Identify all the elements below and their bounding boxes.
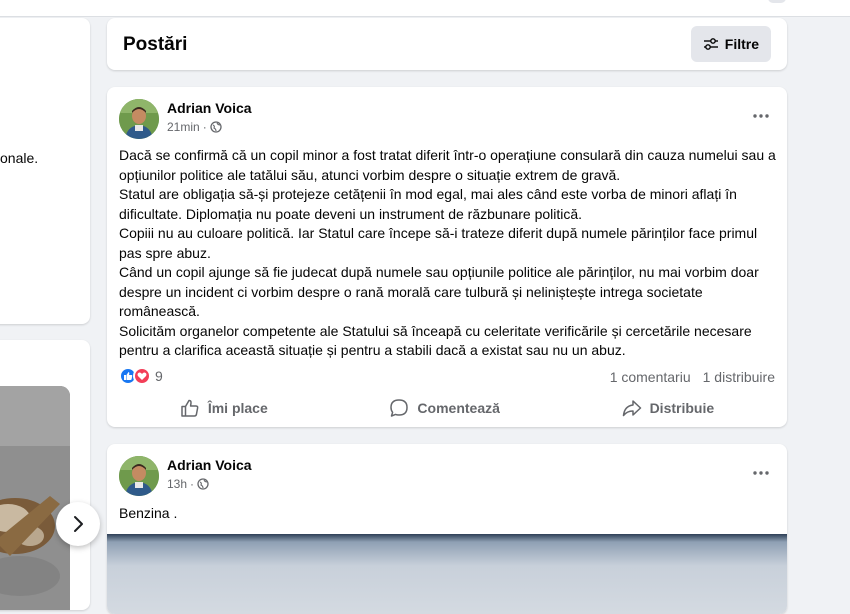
comments-count[interactable]: 1 comentariu bbox=[610, 369, 691, 385]
share-button[interactable]: Distribuie bbox=[622, 398, 715, 418]
top-bar bbox=[0, 0, 850, 17]
like-button[interactable]: Îmi place bbox=[180, 398, 268, 418]
filters-label: Filtre bbox=[724, 36, 759, 52]
post-paragraph: Dacă se confirmă că un copil minor a fos… bbox=[119, 147, 776, 183]
left-info-card: onale. bbox=[0, 18, 90, 324]
thumbs-up-icon bbox=[181, 399, 199, 417]
left-info-text: onale. bbox=[0, 150, 39, 166]
carousel-next-button[interactable] bbox=[56, 502, 100, 546]
more-dots-icon bbox=[753, 471, 769, 475]
post-actions: Îmi place Comentează Distribuie bbox=[119, 395, 775, 421]
posts-header-card: Postări Filtre bbox=[107, 18, 787, 70]
share-icon bbox=[622, 400, 641, 417]
post-paragraph: Când un copil ajunge să fie judecat după… bbox=[119, 264, 759, 319]
globe-icon bbox=[210, 121, 222, 133]
meta-separator: · bbox=[202, 120, 207, 134]
comment-button[interactable]: Comentează bbox=[389, 398, 500, 418]
love-reaction-icon bbox=[133, 367, 151, 385]
avatar-image bbox=[119, 456, 159, 496]
post-text: Benzina . bbox=[119, 505, 178, 521]
post-paragraph: Copiii nu au culoare politică. Iar Statu… bbox=[119, 225, 758, 261]
post-paragraph: Statul are obligația să-și protejeze cet… bbox=[119, 186, 737, 222]
post-card: Adrian Voica 13h · Benzina . bbox=[107, 444, 787, 614]
comment-label: Comentează bbox=[417, 400, 500, 416]
like-label: Îmi place bbox=[207, 400, 268, 416]
more-dots-icon bbox=[753, 114, 769, 118]
avatar[interactable] bbox=[119, 99, 159, 139]
post-author[interactable]: Adrian Voica bbox=[167, 100, 252, 116]
comment-icon bbox=[390, 399, 409, 417]
globe-icon bbox=[197, 478, 209, 490]
topbar-button[interactable] bbox=[768, 0, 786, 3]
photo-image bbox=[0, 386, 70, 610]
reactions-summary[interactable]: 9 bbox=[119, 367, 163, 385]
post-time[interactable]: 21min bbox=[167, 120, 200, 134]
avatar[interactable] bbox=[119, 456, 159, 496]
chevron-right-icon bbox=[74, 516, 83, 532]
post-paragraph: Solicităm organelor competente ale Statu… bbox=[119, 322, 752, 359]
post-card: Adrian Voica 21min · Dacă se confirmă că… bbox=[107, 87, 787, 427]
post-author[interactable]: Adrian Voica bbox=[167, 457, 252, 473]
post-media-image[interactable] bbox=[107, 534, 787, 614]
avatar-image bbox=[119, 99, 159, 139]
share-label: Distribuie bbox=[649, 400, 715, 416]
meta-separator: · bbox=[190, 477, 195, 491]
left-photos-card bbox=[0, 340, 90, 610]
post-meta: 13h · bbox=[167, 477, 209, 491]
filter-icon bbox=[703, 38, 718, 50]
photo-thumbnail[interactable] bbox=[0, 386, 70, 610]
post-meta: 21min · bbox=[167, 120, 222, 134]
filters-button[interactable]: Filtre bbox=[690, 26, 771, 62]
engagement-counts: 1 comentariu 1 distribuire bbox=[610, 369, 775, 385]
reactions-count: 9 bbox=[155, 368, 163, 384]
post-text: Dacă se confirmă că un copil minor a fos… bbox=[119, 146, 779, 361]
shares-count[interactable]: 1 distribuire bbox=[703, 369, 775, 385]
page-title: Postări bbox=[123, 34, 188, 55]
post-options-button[interactable] bbox=[747, 105, 775, 127]
post-time[interactable]: 13h bbox=[167, 477, 187, 491]
post-options-button[interactable] bbox=[747, 462, 775, 484]
